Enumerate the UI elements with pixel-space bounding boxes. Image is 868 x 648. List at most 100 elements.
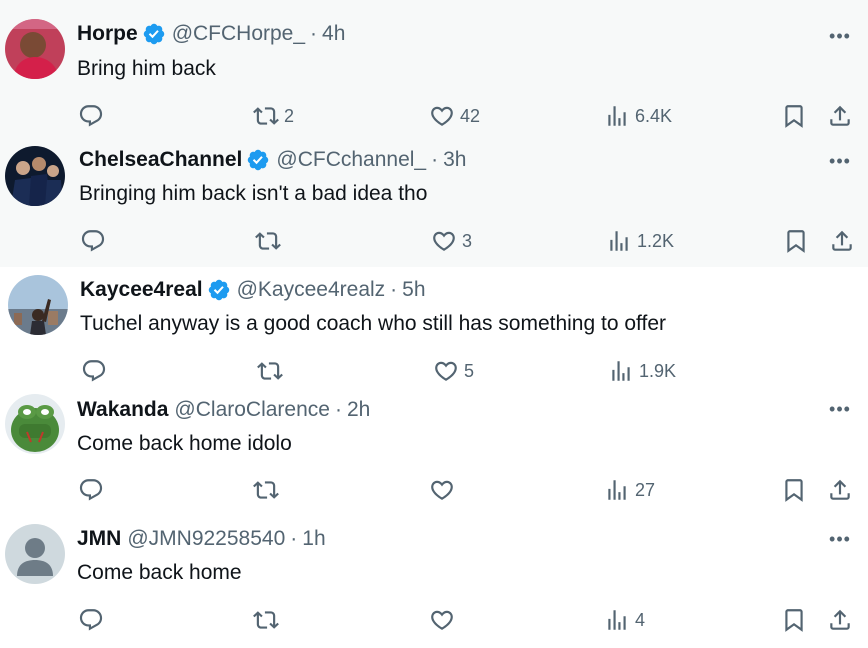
retweet-icon — [255, 228, 281, 254]
tweet-text: Tuchel anyway is a good coach who still … — [80, 312, 666, 335]
action-bar: 4 — [0, 605, 868, 635]
handle[interactable]: @CFCHorpe_ — [172, 22, 305, 46]
reply-icon — [81, 358, 107, 384]
heart-icon — [433, 358, 459, 384]
separator-dot: · — [334, 398, 342, 421]
bookmark-icon — [781, 103, 807, 129]
handle[interactable]: @CFCchannel_ — [276, 148, 426, 172]
handle[interactable]: @JMN92258540 — [127, 527, 285, 551]
reply-icon — [80, 228, 106, 254]
retweet-count: 2 — [284, 105, 295, 126]
more-dots-icon[interactable]: ••• — [828, 529, 852, 549]
views-bars-icon — [604, 477, 630, 503]
views-button[interactable]: 6.4K — [604, 101, 672, 131]
bookmark-button[interactable] — [783, 226, 809, 256]
separator-dot: · — [431, 148, 439, 171]
handle[interactable]: @Kaycee4realz — [237, 278, 386, 302]
display-name[interactable]: Horpe — [77, 22, 138, 46]
retweet-icon — [253, 103, 279, 129]
tweet-header: ChelseaChannel @CFCchannel_ · 3h — [79, 148, 466, 172]
tweet-4[interactable]: Wakanda @ClaroClarence · 2h ••• Come bac… — [0, 389, 868, 516]
like-count: 3 — [462, 230, 473, 251]
verified-badge-icon — [142, 22, 166, 46]
avatar[interactable] — [5, 19, 65, 79]
reply-button[interactable] — [78, 101, 104, 131]
views-count: 4 — [635, 609, 646, 630]
heart-icon — [429, 607, 455, 633]
bookmark-icon — [781, 607, 807, 633]
retweet-button[interactable] — [255, 226, 281, 256]
reply-button[interactable] — [81, 356, 107, 386]
more-dots-icon[interactable]: ••• — [828, 26, 852, 46]
reply-button[interactable] — [78, 605, 104, 635]
display-name[interactable]: Kaycee4real — [80, 278, 203, 302]
display-name[interactable]: Wakanda — [77, 398, 168, 422]
views-bars-icon — [604, 607, 630, 633]
more-dots-icon[interactable]: ••• — [828, 399, 852, 419]
timestamp[interactable]: 3h — [443, 148, 466, 172]
handle[interactable]: @ClaroClarence — [174, 398, 330, 422]
retweet-icon — [253, 607, 279, 633]
share-button[interactable] — [829, 226, 855, 256]
timestamp[interactable]: 1h — [302, 527, 325, 551]
action-bar: 3 1.2K — [0, 226, 868, 256]
share-button[interactable] — [827, 475, 853, 505]
views-button[interactable]: 4 — [604, 605, 645, 635]
views-bars-icon — [604, 103, 630, 129]
retweet-button[interactable] — [253, 605, 279, 635]
like-count: 42 — [460, 105, 481, 126]
display-name[interactable]: ChelseaChannel — [79, 148, 242, 172]
like-button[interactable]: 42 — [429, 101, 480, 131]
share-button[interactable] — [827, 101, 853, 131]
timestamp[interactable]: 5h — [402, 278, 425, 302]
tweet-text: Bring him back — [77, 57, 216, 80]
display-name[interactable]: JMN — [77, 527, 121, 551]
tweet-5[interactable]: JMN @JMN92258540 · 1h ••• Come back home… — [0, 516, 868, 648]
bookmark-icon — [781, 477, 807, 503]
like-button[interactable]: 5 — [433, 356, 474, 386]
views-count: 1.2K — [637, 230, 675, 251]
avatar[interactable] — [8, 275, 68, 335]
avatar[interactable] — [5, 146, 65, 206]
bookmark-button[interactable] — [781, 475, 807, 505]
share-button[interactable] — [827, 605, 853, 635]
avatar-photo-icon — [5, 394, 65, 454]
retweet-button[interactable]: 2 — [253, 101, 294, 131]
tweet-header: Wakanda @ClaroClarence · 2h — [77, 398, 370, 422]
tweet-2[interactable]: ChelseaChannel @CFCchannel_ · 3h ••• Bri… — [0, 137, 868, 267]
views-count: 1.9K — [639, 360, 677, 381]
avatar-photo-icon — [8, 275, 68, 335]
like-button[interactable]: 3 — [431, 226, 472, 256]
tweet-3[interactable]: Kaycee4real @Kaycee4realz · 5h Tuchel an… — [0, 267, 868, 389]
tweet-header: Kaycee4real @Kaycee4realz · 5h — [80, 278, 426, 302]
timestamp[interactable]: 2h — [347, 398, 370, 422]
views-button[interactable]: 1.2K — [606, 226, 674, 256]
avatar[interactable] — [5, 524, 65, 584]
retweet-button[interactable] — [257, 356, 283, 386]
bookmark-button[interactable] — [781, 605, 807, 635]
views-count: 27 — [635, 479, 656, 500]
verified-badge-icon — [207, 278, 231, 302]
like-button[interactable] — [429, 475, 455, 505]
more-dots-icon[interactable]: ••• — [828, 151, 852, 171]
tweet-1[interactable]: Horpe @CFCHorpe_ · 4h ••• Bring him back… — [0, 0, 868, 137]
reply-button[interactable] — [80, 226, 106, 256]
reply-icon — [78, 477, 104, 503]
avatar[interactable] — [5, 394, 65, 454]
views-button[interactable]: 27 — [604, 475, 655, 505]
timestamp[interactable]: 4h — [322, 22, 345, 46]
default-avatar-icon — [5, 524, 65, 584]
retweet-icon — [253, 477, 279, 503]
views-button[interactable]: 1.9K — [608, 356, 676, 386]
bookmark-button[interactable] — [781, 101, 807, 131]
views-bars-icon — [608, 358, 634, 384]
separator-dot: · — [390, 278, 398, 301]
like-button[interactable] — [429, 605, 455, 635]
retweet-icon — [257, 358, 283, 384]
tweet-text: Bringing him back isn't a bad idea tho — [79, 182, 428, 205]
reply-button[interactable] — [78, 475, 104, 505]
retweet-button[interactable] — [253, 475, 279, 505]
separator-dot: · — [310, 22, 318, 45]
avatar-photo-icon — [5, 146, 65, 206]
reply-icon — [78, 103, 104, 129]
